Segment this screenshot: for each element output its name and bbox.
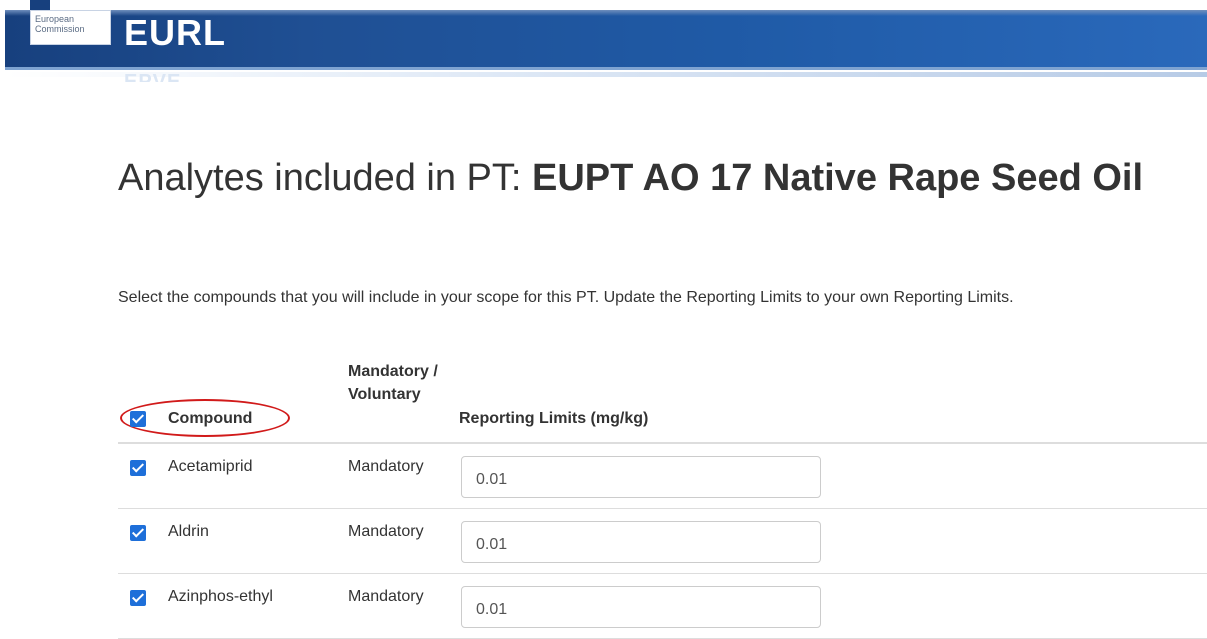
european-commission-logo[interactable]: European Commission (30, 10, 111, 45)
compound-type: Mandatory (348, 458, 424, 475)
reporting-limit-input[interactable] (461, 586, 821, 628)
reporting-limit-input[interactable] (461, 521, 821, 563)
select-all-checkbox[interactable] (130, 411, 146, 427)
column-header-mandatory: Mandatory / Voluntary (348, 363, 438, 403)
site-name[interactable]: EURL (124, 15, 226, 51)
pt-name: EUPT AO 17 Native Rape Seed Oil (532, 157, 1144, 199)
page-title: Analytes included in PT: EUPT AO 17 Nati… (118, 155, 1158, 201)
compound-type: Mandatory (348, 523, 424, 540)
row-checkbox[interactable] (130, 590, 146, 606)
header-stripe (5, 67, 1207, 70)
table-row: Acetamiprid Mandatory (118, 444, 1207, 509)
row-checkbox[interactable] (130, 525, 146, 541)
compound-name: Aldrin (168, 523, 209, 540)
row-checkbox[interactable] (130, 460, 146, 476)
compound-name: Acetamiprid (168, 458, 253, 475)
logo-text-line2: Commission (35, 24, 85, 34)
site-header: European Commission EURL EPVE (0, 0, 1207, 82)
logo-text-line1: European (35, 14, 75, 24)
compound-name: Azinphos-ethyl (168, 588, 273, 605)
column-header-compound: Compound (168, 410, 253, 427)
site-subname: EPVE (124, 71, 182, 82)
intro-text: Select the compounds that you will inclu… (118, 289, 1014, 306)
ec-flag-icon (30, 0, 50, 10)
table-header: Compound Mandatory / Voluntary Reporting… (118, 352, 1207, 444)
table-row: Aldrin Mandatory (118, 509, 1207, 574)
header-stripe-light (5, 72, 1207, 77)
reporting-limit-input[interactable] (461, 456, 821, 498)
column-header-limits: Reporting Limits (mg/kg) (459, 410, 649, 427)
compound-type: Mandatory (348, 588, 424, 605)
page-title-prefix: Analytes included in PT: (118, 157, 533, 199)
table-row: Azinphos-ethyl Mandatory (118, 574, 1207, 639)
analytes-table: Compound Mandatory / Voluntary Reporting… (118, 352, 1207, 639)
